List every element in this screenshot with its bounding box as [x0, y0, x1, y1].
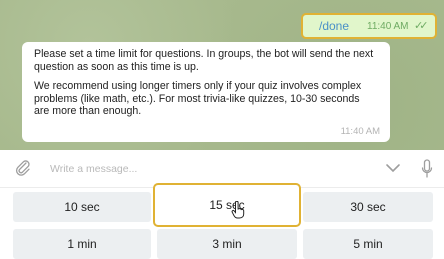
message-input[interactable]: Write a message... [50, 163, 137, 175]
outgoing-message[interactable]: /done 11:40 AM ✓✓ [301, 13, 437, 39]
keyboard-button-label: 15 sec [209, 198, 245, 212]
message-paragraph: We recommend using longer timers only if… [34, 80, 362, 118]
incoming-message: Please set a time limit for questions. I… [22, 42, 390, 142]
keyboard-button-label: 30 sec [350, 200, 386, 214]
chevron-down-icon[interactable] [385, 162, 401, 174]
outgoing-message-text[interactable]: /done [319, 19, 349, 33]
keyboard-button-15-sec[interactable]: 15 sec [153, 183, 301, 227]
incoming-message-text: Please set a time limit for questions. I… [34, 48, 374, 125]
double-check-icon: ✓✓ [414, 20, 429, 32]
incoming-message-time: 11:40 AM [340, 126, 380, 137]
hand-pointer-icon [231, 201, 245, 219]
message-paragraph: Please set a time limit for questions. I… [34, 48, 374, 73]
outgoing-message-time: 11:40 AM [367, 21, 409, 32]
keyboard-button-30-sec[interactable]: 30 sec [303, 192, 433, 222]
keyboard-button-10-sec[interactable]: 10 sec [13, 192, 151, 222]
reply-keyboard: 10 sec 15 sec 30 sec 1 min 3 min 5 min [0, 183, 444, 259]
paperclip-icon[interactable] [14, 159, 32, 177]
microphone-icon[interactable] [421, 159, 433, 179]
keyboard-button-label: 10 sec [64, 200, 100, 214]
chat-area: /done 11:40 AM ✓✓ Please set a time limi… [0, 0, 444, 150]
